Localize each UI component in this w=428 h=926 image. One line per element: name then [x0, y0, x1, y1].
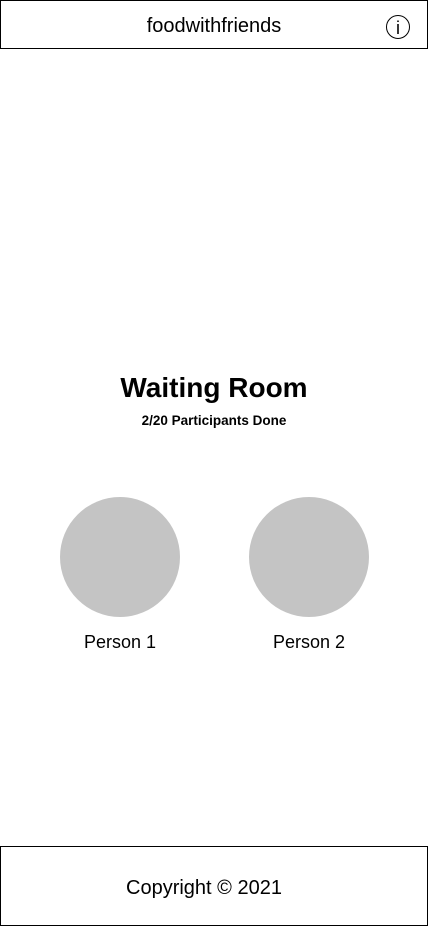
participant-card: Person 1: [60, 497, 180, 653]
copyright-text: Copyright © 2021: [126, 877, 282, 899]
info-icon-glyph: i: [396, 17, 400, 38]
page-title: Waiting Room: [120, 372, 308, 403]
participant-name: Person 2: [272, 632, 346, 652]
app-header: foodwithfriends i: [0, 0, 428, 49]
participant-name: Person 1: [83, 632, 157, 652]
app-footer: Copyright © 2021: [0, 846, 428, 926]
participant-card: Person 2: [249, 497, 369, 653]
app-title: foodwithfriends: [146, 15, 282, 37]
page: foodwithfriends i Waiting Room 2/20 Part…: [0, 0, 428, 926]
participants-status: 2/20 Participants Done: [141, 413, 287, 428]
avatar: [60, 497, 180, 617]
avatar: [249, 497, 369, 617]
info-icon[interactable]: i: [386, 15, 410, 39]
